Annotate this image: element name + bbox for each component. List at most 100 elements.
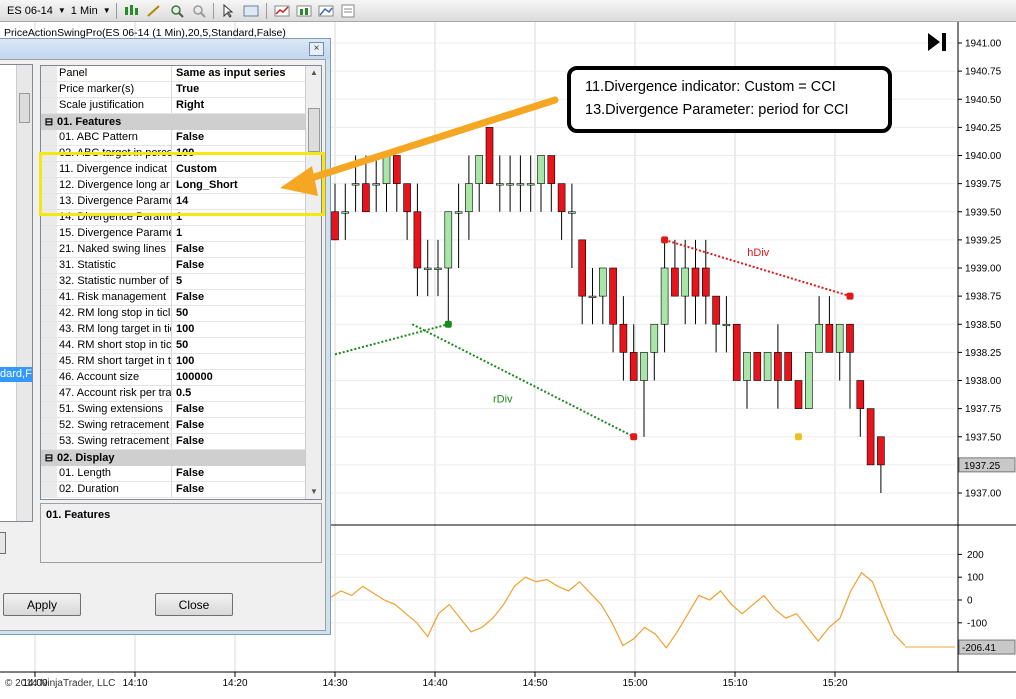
scrollbar-thumb[interactable]	[308, 108, 320, 152]
candle-body[interactable]	[382, 155, 391, 184]
property-value[interactable]: 1	[172, 210, 305, 225]
property-value[interactable]: False	[172, 418, 305, 433]
property-row[interactable]: 43. RM long target in tic 100	[41, 322, 305, 338]
candle-body[interactable]	[619, 323, 628, 353]
property-value[interactable]: Same as input series	[172, 66, 305, 81]
property-row[interactable]: 02. Duration False	[41, 482, 305, 498]
property-row[interactable]: 01. Length False	[41, 466, 305, 482]
candle-body[interactable]	[794, 380, 803, 409]
candle-body[interactable]	[351, 183, 360, 186]
candle-body[interactable]	[640, 352, 648, 381]
property-row[interactable]: 01. ABC Pattern False	[41, 130, 305, 146]
collapse-icon[interactable]: ⊟	[41, 453, 57, 464]
candle-body[interactable]	[722, 323, 731, 327]
dialog-close-icon[interactable]: ×	[309, 42, 324, 56]
property-grid-scrollbar[interactable]: ▲ ▼	[305, 66, 321, 499]
property-row[interactable]: Scale justification Right	[41, 98, 305, 114]
candle-body[interactable]	[403, 183, 411, 213]
candle-body[interactable]	[526, 183, 535, 186]
candle-body[interactable]	[485, 127, 494, 184]
candle-body[interactable]	[516, 183, 525, 186]
collapse-icon[interactable]: ⊟	[41, 117, 57, 128]
candle-body[interactable]	[650, 323, 659, 353]
property-row[interactable]: 11. Divergence indicat Custom	[41, 162, 305, 178]
property-value[interactable]: 100	[172, 322, 305, 337]
indicator-list[interactable]: dard,Fa	[0, 64, 33, 522]
property-value[interactable]: 1	[172, 226, 305, 241]
candle-body[interactable]	[547, 155, 556, 184]
close-button[interactable]: Close	[155, 593, 233, 616]
candle-body[interactable]	[691, 267, 700, 297]
property-row[interactable]: 53. Swing retracement False	[41, 434, 305, 450]
properties-icon[interactable]	[241, 2, 261, 20]
data-box-icon[interactable]	[338, 2, 358, 20]
indicators-icon[interactable]	[272, 2, 292, 20]
property-row[interactable]: 21. Naked swing lines False	[41, 242, 305, 258]
property-value[interactable]: False	[172, 466, 305, 481]
property-value[interactable]: False	[172, 130, 305, 145]
zoom-out-icon[interactable]	[188, 2, 208, 20]
property-value[interactable]: Custom	[172, 162, 305, 177]
candle-body[interactable]	[732, 323, 741, 381]
candle-body[interactable]	[671, 267, 679, 297]
candle-body[interactable]	[557, 183, 566, 213]
drawing-tool-icon[interactable]	[144, 2, 164, 20]
property-row[interactable]: Price marker(s) True	[41, 82, 305, 98]
scroll-down-icon[interactable]: ▼	[306, 485, 321, 499]
candle-body[interactable]	[331, 211, 339, 241]
remove-button[interactable]	[0, 532, 6, 554]
property-value[interactable]: False	[172, 402, 305, 417]
candle-body[interactable]	[743, 352, 751, 381]
property-value[interactable]: 50	[172, 306, 305, 321]
scroll-up-icon[interactable]: ▲	[306, 66, 321, 80]
dropdown-icon[interactable]: ▼	[103, 6, 111, 15]
candle-body[interactable]	[763, 352, 772, 381]
candle-body[interactable]	[465, 183, 473, 213]
indicator-list-scrollbar[interactable]	[16, 65, 32, 521]
candle-body[interactable]	[815, 323, 823, 353]
selected-indicator-item[interactable]: dard,Fa	[0, 367, 32, 382]
candle-body[interactable]	[866, 408, 875, 466]
property-row[interactable]: 13. Divergence Parame 14	[41, 194, 305, 210]
property-row[interactable]: 42. RM long stop in ticl 50	[41, 306, 305, 322]
candle-body[interactable]	[454, 211, 463, 214]
candle-body[interactable]	[423, 267, 432, 270]
property-value[interactable]: False	[172, 482, 305, 497]
apply-button[interactable]: Apply	[3, 593, 81, 616]
candle-body[interactable]	[444, 211, 453, 269]
candle-body[interactable]	[774, 352, 782, 381]
scrollbar-thumb[interactable]	[19, 93, 30, 123]
property-value[interactable]: 100	[172, 354, 305, 369]
property-row[interactable]: 47. Account risk per tra 0.5	[41, 386, 305, 402]
candle-body[interactable]	[712, 295, 720, 325]
property-value[interactable]: False	[172, 434, 305, 449]
property-row[interactable]: 51. Swing extensions False	[41, 402, 305, 418]
property-value[interactable]: 0.5	[172, 386, 305, 401]
candle-body[interactable]	[475, 155, 484, 184]
property-row[interactable]: 45. RM short target in t 100	[41, 354, 305, 370]
candle-body[interactable]	[568, 211, 576, 214]
property-value[interactable]: 14	[172, 194, 305, 209]
candle-body[interactable]	[372, 183, 381, 186]
interval-selector[interactable]: 1 Min	[68, 2, 101, 19]
property-row[interactable]: Panel Same as input series	[41, 66, 305, 82]
candle-body[interactable]	[784, 352, 793, 381]
dialog-title-bar[interactable]: ×	[0, 39, 330, 59]
candle-body[interactable]	[495, 183, 504, 186]
scroll-to-end-icon[interactable]	[926, 31, 950, 53]
property-value[interactable]: 5	[172, 274, 305, 289]
property-row[interactable]: 52. Swing retracement False	[41, 418, 305, 434]
candle-body[interactable]	[609, 267, 617, 325]
candle-body[interactable]	[434, 267, 442, 270]
dropdown-icon[interactable]: ▼	[58, 6, 66, 15]
property-category[interactable]: ⊟ 01. Features	[41, 114, 305, 130]
property-value[interactable]: 50	[172, 338, 305, 353]
strategies-icon[interactable]	[294, 2, 314, 20]
candle-body[interactable]	[341, 211, 350, 214]
candle-body[interactable]	[825, 323, 834, 353]
property-value[interactable]: Long_Short	[172, 178, 305, 193]
candle-body[interactable]	[537, 155, 545, 184]
property-row[interactable]: 15. Divergence Parame 1	[41, 226, 305, 242]
bar-type-icon[interactable]	[122, 2, 142, 20]
candle-body[interactable]	[578, 239, 587, 297]
